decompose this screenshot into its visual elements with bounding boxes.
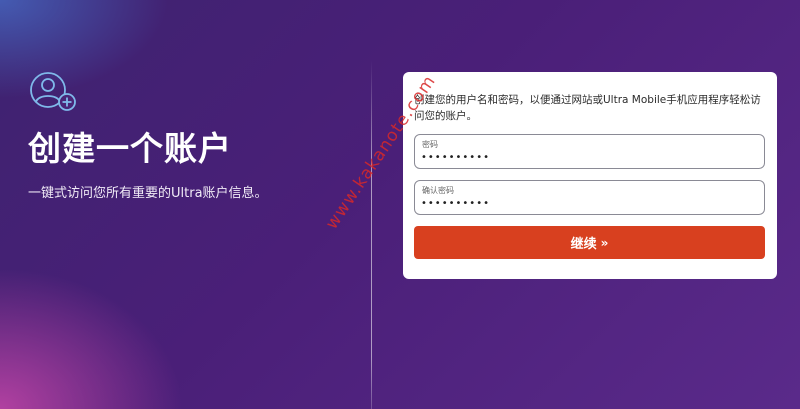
confirm-password-field[interactable]: 确认密码 bbox=[414, 180, 765, 215]
hero-section: 创建一个账户 一键式访问您所有重要的Ultra账户信息。 bbox=[28, 72, 268, 201]
form-intro: 创建您的用户名和密码，以便通过网站或Ultra Mobile手机应用程序轻松访问… bbox=[414, 94, 761, 122]
page-subtitle: 一键式访问您所有重要的Ultra账户信息。 bbox=[28, 186, 268, 201]
continue-button[interactable]: 继续 » bbox=[414, 226, 765, 259]
password-field[interactable]: 密码 bbox=[414, 134, 765, 169]
create-account-card: 创建您的用户名和密码，以便通过网站或Ultra Mobile手机应用程序轻松访问… bbox=[403, 72, 777, 279]
continue-label: 继续 bbox=[570, 237, 597, 252]
password-input[interactable] bbox=[421, 149, 741, 165]
double-chevron-right-icon: » bbox=[600, 235, 609, 250]
page-title: 创建一个账户 bbox=[28, 129, 232, 168]
confirm-password-input[interactable] bbox=[421, 195, 741, 211]
user-add-icon bbox=[30, 72, 76, 111]
vertical-divider bbox=[371, 60, 372, 409]
